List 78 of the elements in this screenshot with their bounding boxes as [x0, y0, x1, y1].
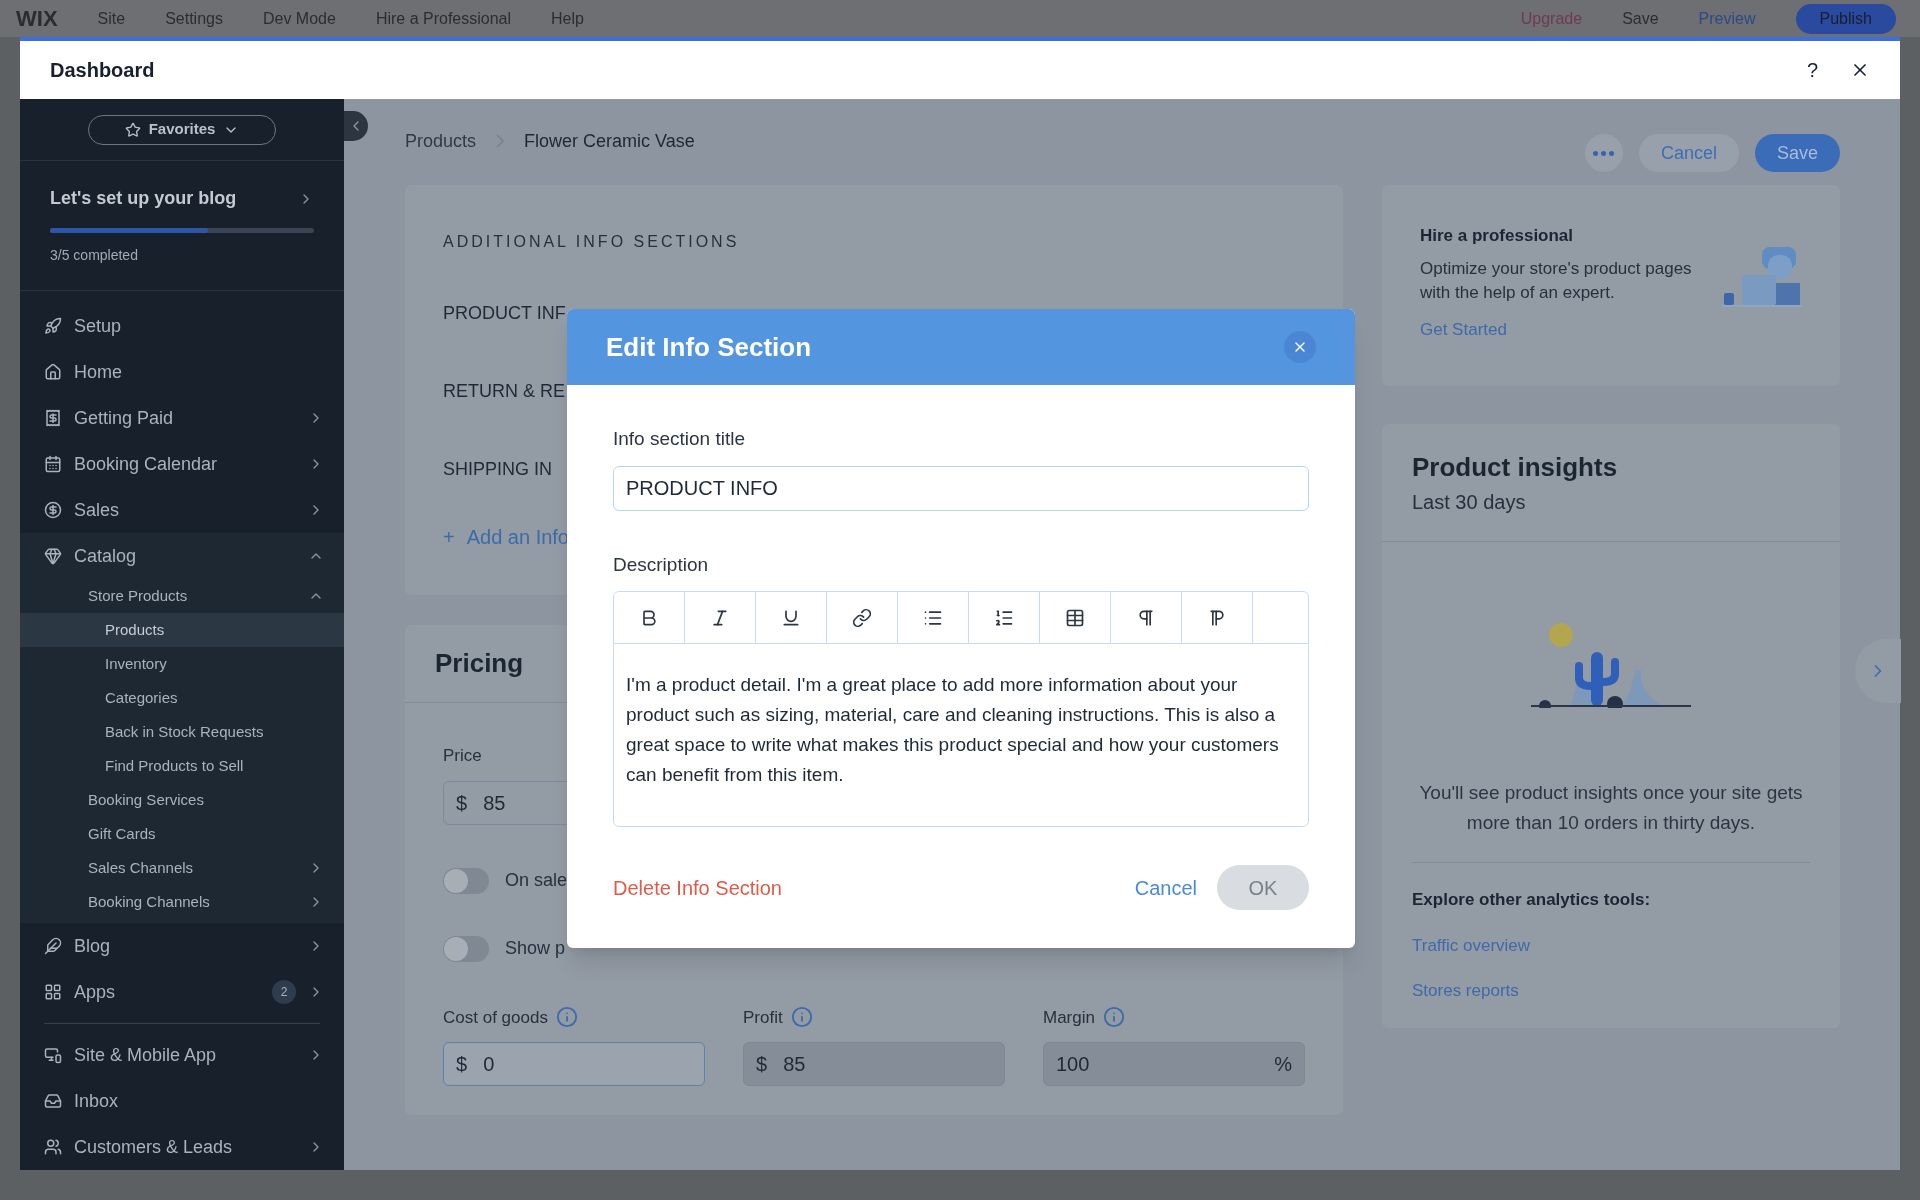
sidebar-item[interactable]: Sales	[20, 487, 344, 533]
count-badge: 2	[272, 980, 296, 1004]
progress-status: 3/5 completed	[50, 246, 139, 265]
sidebar-item[interactable]: Gift Cards	[20, 817, 344, 851]
sidebar-item[interactable]: Booking Calendar	[20, 441, 344, 487]
people-icon	[44, 1138, 62, 1156]
inbox-icon	[44, 1092, 62, 1110]
field-label: Description	[613, 552, 710, 577]
description-text: I'm a product detail. I'm a great place to add more information about your product such as sizing, material, care and cleaning instructions. This is also a great space to write what makes this product special and how your customers can benefit from this item.	[625, 673, 1280, 787]
sidebar-item[interactable]: Apps 2	[20, 969, 344, 1015]
feather-icon	[44, 937, 62, 955]
sidebar-item[interactable]: Inbox	[20, 1078, 344, 1124]
gem-icon	[44, 547, 62, 565]
more-button[interactable]	[1584, 134, 1623, 172]
card-title: Hire a professional	[1420, 225, 1575, 247]
rocket-icon	[44, 317, 62, 335]
grid-icon	[44, 983, 62, 1001]
sidebar-item[interactable]: Find Products to Sell	[20, 749, 344, 783]
card-text: Optimize your store's product pages with the help of an expert.	[1420, 257, 1693, 304]
breadcrumb-current: Flower Ceramic Vase	[524, 129, 695, 153]
collapse-button[interactable]	[344, 111, 368, 141]
sidebar-item[interactable]: Categories	[20, 681, 344, 715]
cancel-link[interactable]: Cancel	[1134, 872, 1197, 903]
explore-heading: Explore other analytics tools:	[1412, 889, 1652, 911]
title-field[interactable]: PRODUCT INFO	[613, 465, 1309, 511]
number-field[interactable]: $ 0	[443, 1042, 705, 1086]
sidebar-item[interactable]: Getting Paid	[20, 395, 344, 441]
breadcrumb-link[interactable]: Products	[405, 127, 477, 155]
section-heading: ADDITIONAL INFO SECTIONS	[443, 232, 741, 252]
field-label: Cost of goods	[443, 1006, 548, 1029]
info-icon[interactable]	[1102, 1006, 1125, 1029]
dialog-title: Edit Info Section	[606, 330, 813, 364]
field-label: Info section title	[613, 427, 747, 451]
card-title: Pricing	[435, 647, 524, 680]
sidebar-item[interactable]: Sales Channels	[20, 851, 344, 885]
home-icon	[44, 363, 62, 381]
sidebar-item[interactable]: Back in Stock Requests	[20, 715, 344, 749]
toggle-switch[interactable]	[443, 867, 489, 894]
close-button[interactable]	[1284, 331, 1316, 363]
sidebar-item[interactable]: Setup	[20, 303, 344, 349]
sidebar-item[interactable]: Booking Channels	[20, 885, 344, 919]
sidebar-item[interactable]: Products	[20, 613, 344, 647]
italic-icon	[710, 607, 730, 628]
plus-glyph: +	[443, 525, 455, 550]
sidebar-item[interactable]: Blog	[20, 923, 344, 969]
star-icon	[124, 121, 141, 138]
sidebar-item[interactable]: Store Products	[20, 579, 344, 613]
toggle-label: Show p	[505, 937, 566, 960]
card-title: Product insights	[1412, 451, 1619, 484]
devices-icon	[44, 1046, 62, 1064]
field-label: Price	[443, 745, 482, 767]
sidebar-item[interactable]: Catalog	[20, 533, 344, 579]
sidebar-item[interactable]: Inventory	[20, 647, 344, 681]
number-field: $ 85	[743, 1042, 1005, 1086]
empty-message: You'll see product insights once your site gets more than 10 orders in thirty days.	[1418, 781, 1804, 835]
sidebar-item[interactable]: Booking Services	[20, 783, 344, 817]
card-subtitle: Last 30 days	[1412, 490, 1527, 515]
logo: WIX	[16, 5, 58, 33]
window-title: Dashboard	[50, 58, 156, 83]
number-field: 100 %	[1043, 1042, 1305, 1086]
receipt-icon	[44, 409, 62, 427]
description-editor[interactable]	[613, 591, 1309, 827]
field-label: Profit	[743, 1006, 783, 1029]
sidebar-item[interactable]: Home	[20, 349, 344, 395]
delete-link[interactable]: Delete Info Section	[613, 872, 1135, 903]
field-label: Margin	[1043, 1006, 1095, 1029]
link-icon	[852, 607, 872, 628]
sidebar-item[interactable]: Site & Mobile App	[20, 1032, 344, 1078]
calendar-icon	[44, 455, 62, 473]
info-icon[interactable]	[790, 1006, 813, 1029]
dollar-icon	[44, 501, 62, 519]
toggle-label: On sale	[505, 869, 568, 892]
table-icon	[1065, 607, 1085, 628]
setup-title[interactable]: Let's set up your blog	[50, 185, 298, 212]
info-icon[interactable]	[555, 1006, 578, 1029]
toggle-switch[interactable]	[443, 935, 489, 962]
sidebar-item[interactable]: Customers & Leads	[20, 1124, 344, 1170]
help-button[interactable]: ?	[1806, 55, 1818, 85]
